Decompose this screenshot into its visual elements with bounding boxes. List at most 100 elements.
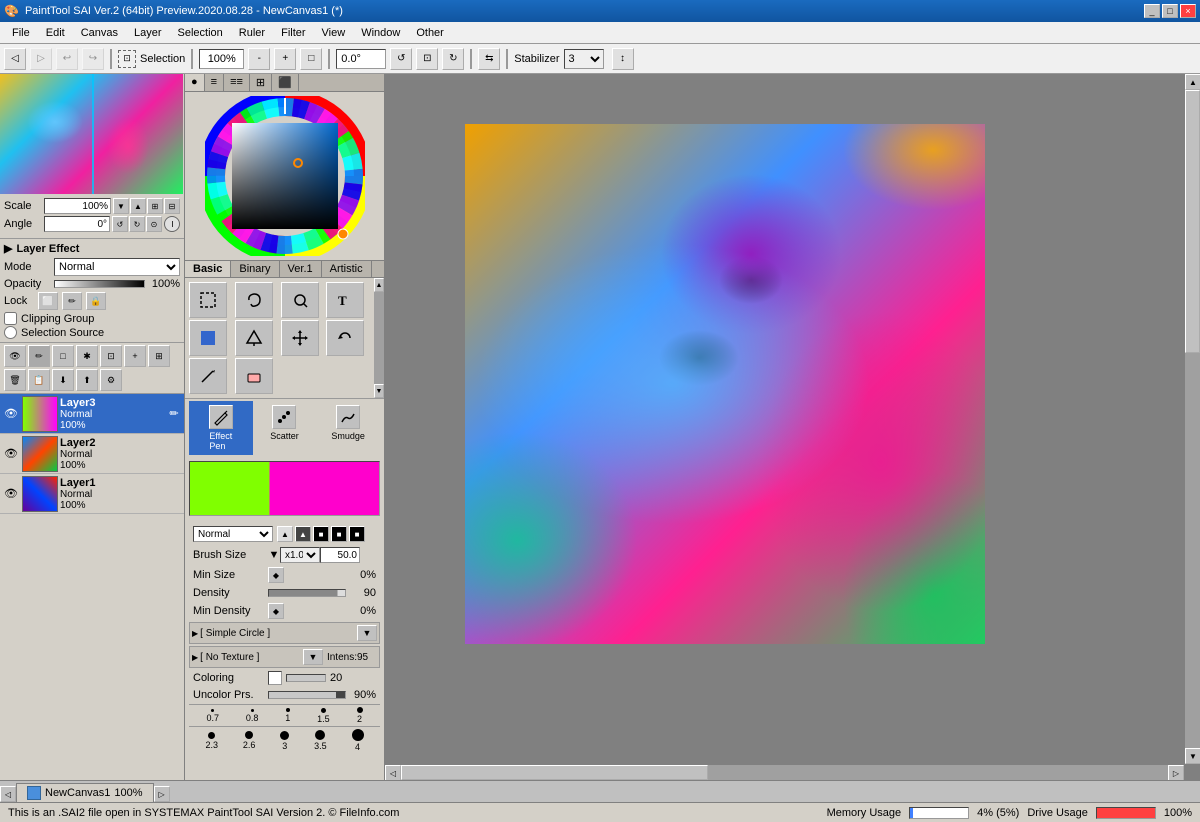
menu-edit[interactable]: Edit: [38, 25, 73, 41]
stabilizer-select[interactable]: 31245: [564, 49, 604, 69]
vscroll-down[interactable]: ▼: [1185, 748, 1200, 764]
coloring-slider[interactable]: [286, 674, 326, 682]
scale-large-down-button[interactable]: ⊟: [164, 198, 180, 214]
dot-3[interactable]: 3: [280, 731, 289, 751]
mode-select[interactable]: NormalMultiplyScreen: [54, 258, 180, 276]
hscroll-right[interactable]: ▷: [1168, 765, 1184, 780]
text-tool[interactable]: T: [326, 282, 364, 318]
rotate-reset-button[interactable]: ⊡: [416, 48, 438, 70]
layer3-visibility-toggle[interactable]: 👁: [2, 405, 20, 423]
menu-layer[interactable]: Layer: [126, 25, 170, 41]
clipping-group-checkbox[interactable]: [4, 312, 17, 325]
zoom-out-button[interactable]: -: [248, 48, 270, 70]
blend-mode-select[interactable]: NormalMultiply: [193, 526, 273, 542]
color-tab-hsl[interactable]: ≡: [205, 74, 224, 91]
tool-scroll-up[interactable]: ▲: [374, 278, 384, 292]
blend-square-black2[interactable]: ■: [331, 526, 347, 542]
nav-forward-button[interactable]: ▷: [30, 48, 52, 70]
dot-2.6[interactable]: 2.6: [243, 731, 256, 750]
layer1-visibility-toggle[interactable]: 👁: [2, 485, 20, 503]
layer-item-layer3[interactable]: 👁 Layer3 Normal 100% ✏: [0, 394, 184, 434]
minimize-button[interactable]: _: [1144, 4, 1160, 18]
layer-selection-button[interactable]: ⊡: [100, 345, 122, 367]
color-tab-history[interactable]: ⬛: [272, 74, 299, 91]
tool-tab-basic[interactable]: Basic: [185, 261, 231, 277]
layer-view-toggle[interactable]: 👁: [4, 345, 26, 367]
rotate-tool[interactable]: [326, 320, 364, 356]
angle-cw-button[interactable]: ↻: [129, 216, 145, 232]
scatter-tool[interactable]: Scatter: [253, 401, 317, 455]
brush-texture-dropdown[interactable]: ▼: [303, 649, 323, 665]
blend-square-black1[interactable]: ■: [313, 526, 329, 542]
color-wheel-svg[interactable]: [205, 96, 365, 256]
maximize-button[interactable]: □: [1162, 4, 1178, 18]
vscroll-thumb[interactable]: [1185, 90, 1200, 353]
menu-filter[interactable]: Filter: [273, 25, 313, 41]
pen-tool[interactable]: [189, 358, 227, 394]
layer-item-layer2[interactable]: 👁 Layer2 Normal 100%: [0, 434, 184, 474]
layer-effect-button[interactable]: ✱: [76, 345, 98, 367]
layer3-edit-button[interactable]: ✏: [166, 406, 182, 422]
menu-ruler[interactable]: Ruler: [231, 25, 273, 41]
rotate-left-button[interactable]: ↺: [390, 48, 412, 70]
color-tab-rgb[interactable]: ≡≡: [224, 74, 250, 91]
lock-transparency-button[interactable]: ⬜: [38, 292, 58, 310]
scale-down-button[interactable]: ▼: [113, 198, 129, 214]
eraser-tool[interactable]: [235, 358, 273, 394]
uncolor-slider[interactable]: [268, 691, 346, 699]
brush-size-dropdown[interactable]: ▼: [268, 549, 280, 561]
menu-file[interactable]: File: [4, 25, 38, 41]
canvas-area[interactable]: ◁ ▷ ▲ ▼: [385, 74, 1200, 780]
layer-mask-button[interactable]: □: [52, 345, 74, 367]
main-canvas[interactable]: [465, 124, 985, 644]
lasso-tool[interactable]: [235, 282, 273, 318]
smudge-tool[interactable]: Smudge: [316, 401, 380, 455]
dot-4[interactable]: 4: [352, 729, 364, 752]
blend-tri-dark[interactable]: ▲: [295, 526, 311, 542]
layer-move-up-button[interactable]: ⬆: [76, 369, 98, 391]
fill-color-button[interactable]: [189, 320, 227, 356]
layer-group-button[interactable]: ⊞: [148, 345, 170, 367]
redo-button[interactable]: ↪: [82, 48, 104, 70]
dot-2[interactable]: 2: [357, 707, 363, 724]
effect-pen-tool[interactable]: EffectPen: [189, 401, 253, 455]
density-slider[interactable]: [268, 589, 346, 597]
menu-window[interactable]: Window: [353, 25, 408, 41]
magic-wand-tool[interactable]: [281, 282, 319, 318]
menu-other[interactable]: Other: [408, 25, 452, 41]
layer2-visibility-toggle[interactable]: 👁: [2, 445, 20, 463]
canvas-tab-newcanvas1[interactable]: NewCanvas1 100%: [16, 783, 154, 802]
vscroll-up[interactable]: ▲: [1185, 74, 1200, 90]
color-tab-swatches[interactable]: ⊞: [250, 74, 272, 91]
selection-rect-tool[interactable]: [189, 282, 227, 318]
hand-tool-button[interactable]: ↕: [612, 48, 634, 70]
layer-new-button[interactable]: +: [124, 345, 146, 367]
layer-item-layer1[interactable]: 👁 Layer1 Normal 100%: [0, 474, 184, 514]
flip-button[interactable]: ⇆: [478, 48, 500, 70]
brush-size-input[interactable]: [320, 547, 360, 563]
color-tab-wheel[interactable]: ●: [185, 74, 205, 91]
layer-settings-button[interactable]: ⚙: [100, 369, 122, 391]
tool-tab-artistic[interactable]: Artistic: [322, 261, 372, 277]
zoom-reset-button[interactable]: □: [300, 48, 322, 70]
tool-tab-binary[interactable]: Binary: [231, 261, 279, 277]
layer-copy-button[interactable]: 📋: [28, 369, 50, 391]
scale-large-up-button[interactable]: ⊞: [147, 198, 163, 214]
menu-view[interactable]: View: [314, 25, 354, 41]
opacity-slider[interactable]: [54, 280, 145, 288]
tool-scroll-down[interactable]: ▼: [374, 384, 384, 398]
close-button[interactable]: ×: [1180, 4, 1196, 18]
undo-button[interactable]: ↩: [56, 48, 78, 70]
angle-input[interactable]: [44, 216, 110, 232]
blend-tri-white[interactable]: ▲: [277, 526, 293, 542]
layer-merge-button[interactable]: ⬇: [52, 369, 74, 391]
layer-effect-header[interactable]: ▶ Layer Effect: [4, 241, 180, 256]
nav-back-button[interactable]: ◁: [4, 48, 26, 70]
dot-2.3[interactable]: 2.3: [205, 732, 218, 750]
brush-size-multiplier-select[interactable]: x1.0x2.0: [280, 547, 320, 563]
tool-tab-ver1[interactable]: Ver.1: [280, 261, 322, 277]
menu-selection[interactable]: Selection: [170, 25, 231, 41]
lock-position-button[interactable]: 🔒: [86, 292, 106, 310]
dot-3.5[interactable]: 3.5: [314, 730, 327, 751]
scale-input[interactable]: [44, 198, 111, 214]
